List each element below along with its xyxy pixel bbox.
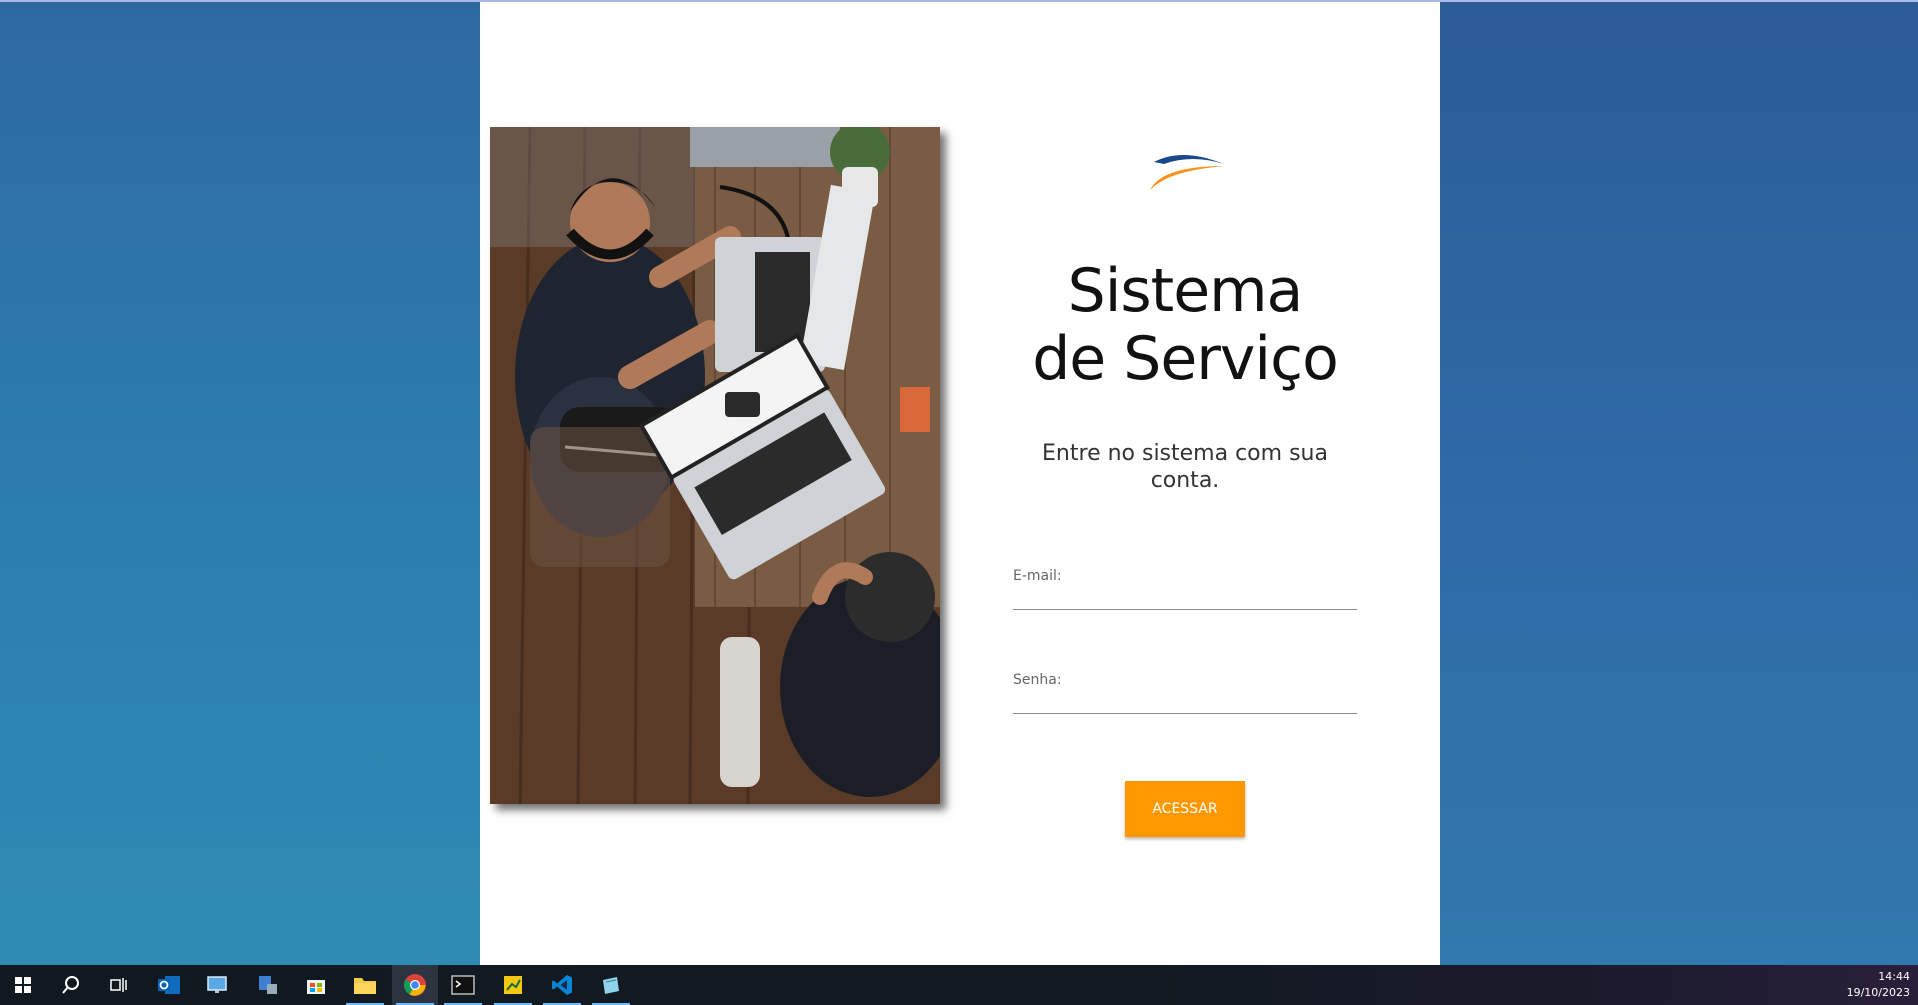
email-label: E-mail: — [1013, 568, 1062, 584]
login-card: Sistema de Serviço Entre no sistema com … — [480, 2, 1440, 965]
vscode-icon[interactable] — [539, 965, 585, 1005]
acessar-button[interactable]: ACESSAR — [1125, 781, 1245, 837]
page-title: Sistema de Serviço — [1032, 256, 1339, 394]
email-input[interactable] — [1013, 588, 1357, 610]
remote-desktop-icon[interactable] — [195, 965, 241, 1005]
notes-icon[interactable] — [588, 965, 634, 1005]
power-bi-icon[interactable] — [490, 965, 536, 1005]
network-admin-icon[interactable] — [244, 965, 290, 1005]
system-clock[interactable]: 14:44 19/10/2023 — [1840, 969, 1910, 1001]
senha-label: Senha: — [1013, 672, 1062, 688]
microsoft-store-icon[interactable] — [293, 965, 339, 1005]
senha-input[interactable] — [1013, 692, 1357, 714]
clock-date: 19/10/2023 — [1846, 986, 1910, 999]
chrome-icon[interactable] — [392, 965, 438, 1005]
page-subtitle: Entre no sistema com sua conta. — [1042, 441, 1328, 493]
hero-photo — [490, 127, 940, 804]
company-logo — [1142, 142, 1232, 202]
email-field-group: E-mail: — [1013, 568, 1357, 610]
task-view-icon[interactable] — [96, 965, 142, 1005]
taskbar: 14:44 19/10/2023 — [0, 965, 1918, 1005]
senha-field-group: Senha: — [1013, 672, 1357, 714]
search-icon[interactable] — [48, 965, 94, 1005]
terminal-icon[interactable] — [440, 965, 486, 1005]
outlook-icon[interactable] — [146, 965, 192, 1005]
windows-start-icon[interactable] — [0, 965, 46, 1005]
desktop-background — [1440, 0, 1918, 965]
file-explorer-icon[interactable] — [342, 965, 388, 1005]
clock-time: 14:44 — [1878, 970, 1910, 983]
